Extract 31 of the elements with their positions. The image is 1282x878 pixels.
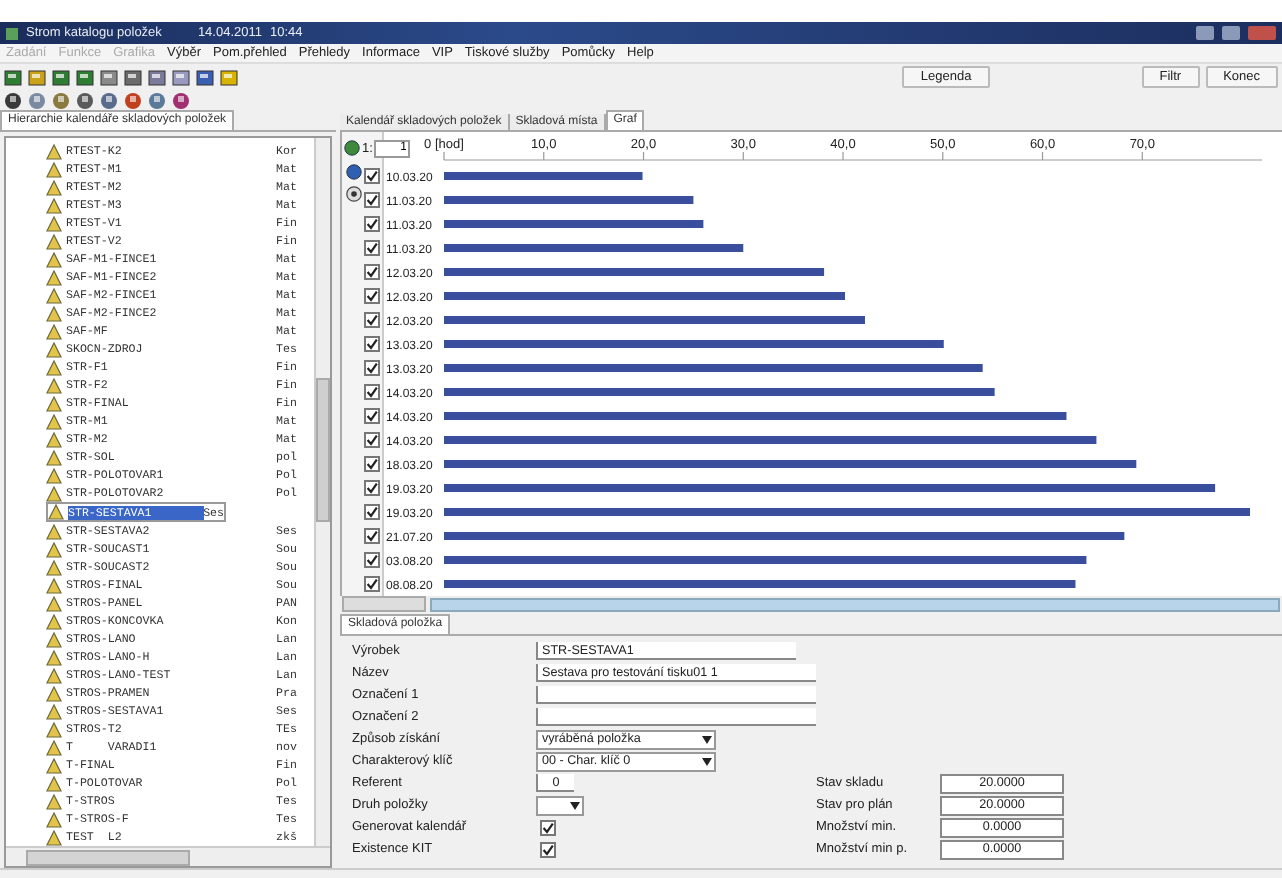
row-checkbox[interactable] [364, 216, 380, 232]
row-checkbox[interactable] [364, 504, 380, 520]
horizontal-scrollbar[interactable] [430, 597, 1280, 611]
row-checkbox[interactable] [364, 384, 380, 400]
dropdown[interactable] [536, 795, 584, 815]
row-checkbox[interactable] [364, 528, 380, 544]
horizontal-scrollbar[interactable] [6, 846, 330, 866]
checkbox[interactable] [540, 819, 556, 835]
input-field[interactable] [536, 686, 816, 704]
checkbox[interactable] [540, 841, 556, 857]
input-field[interactable] [536, 708, 816, 726]
row-checkbox[interactable] [364, 288, 380, 304]
target-icon[interactable] [346, 186, 362, 202]
row-checkbox[interactable] [364, 240, 380, 256]
caret-icon [702, 735, 712, 743]
app-icon [6, 27, 18, 39]
vertical-scrollbar[interactable] [314, 138, 330, 846]
row-checkbox[interactable] [364, 576, 380, 592]
row-checkbox[interactable] [364, 168, 380, 184]
row-checkbox[interactable] [364, 336, 380, 352]
row-checkbox[interactable] [364, 432, 380, 448]
row-checkbox[interactable] [364, 312, 380, 328]
row-checkbox[interactable] [364, 552, 380, 568]
caret-icon [702, 757, 712, 765]
row-checkbox[interactable] [364, 192, 380, 208]
row-checkbox[interactable] [364, 360, 380, 376]
row-checkbox[interactable] [364, 480, 380, 496]
row-checkbox[interactable] [364, 456, 380, 472]
row-checkbox[interactable] [364, 408, 380, 424]
caret-icon [570, 801, 580, 809]
row-checkbox[interactable] [364, 264, 380, 280]
